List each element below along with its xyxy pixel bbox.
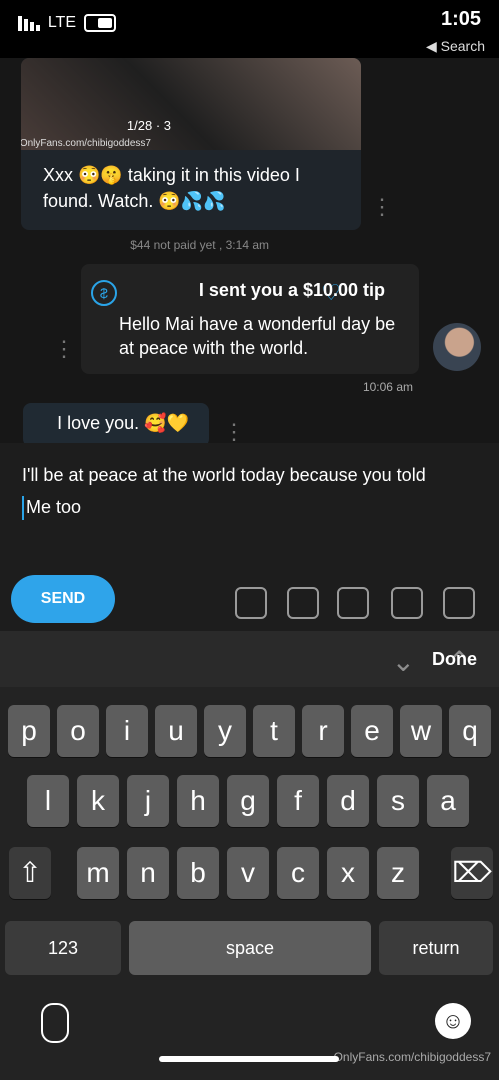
message-composer[interactable]: I'll be at peace at the world today beca… xyxy=(0,443,499,631)
key-q[interactable]: q xyxy=(449,705,491,757)
media-meta: 1/28 · 3 xyxy=(126,118,171,133)
calendar-icon[interactable] xyxy=(287,587,319,619)
composer-toolbar: SEND xyxy=(0,575,499,623)
key-h[interactable]: h xyxy=(177,775,219,827)
key-u[interactable]: u xyxy=(155,705,197,757)
key-o[interactable]: o xyxy=(57,705,99,757)
key-k[interactable]: k xyxy=(77,775,119,827)
network-label: LTE xyxy=(48,14,77,31)
send-button[interactable]: SEND xyxy=(11,575,115,623)
key-t[interactable]: t xyxy=(253,705,295,757)
numbers-key[interactable]: 123 xyxy=(5,921,121,975)
signal-icon xyxy=(18,15,40,31)
chat-thread: 1/28 · 3 OnlyFans.com/chibigoddess7 Xxx … xyxy=(0,58,499,443)
paid-note: $44 not paid yet , 3:14 am xyxy=(130,238,269,252)
return-key[interactable]: return xyxy=(379,921,493,975)
space-key[interactable]: space xyxy=(129,921,371,975)
media-watermark: OnlyFans.com/chibigoddess7 xyxy=(21,138,151,149)
key-f[interactable]: f xyxy=(277,775,319,827)
key-v[interactable]: v xyxy=(227,847,269,899)
keyboard: ⌃ ⌄ Done qwertyuiop asdfghjkl zxcvbnm ⌫ … xyxy=(0,631,499,1080)
avatar xyxy=(433,323,481,371)
more-options-icon[interactable]: ⋮ xyxy=(371,194,393,220)
tip-title: I sent you a $10.00 tip xyxy=(198,280,385,300)
shift-icon[interactable]: ⇧ xyxy=(9,847,51,899)
key-c[interactable]: c xyxy=(277,847,319,899)
chevron-down-icon[interactable]: ⌄ xyxy=(392,645,415,678)
done-button[interactable]: Done xyxy=(432,649,477,670)
media-message[interactable]: 1/28 · 3 OnlyFans.com/chibigoddess7 Xxx … xyxy=(21,58,361,230)
media-caption: Xxx 😳🤫 taking it in this video I found. … xyxy=(43,165,300,211)
media-photo[interactable] xyxy=(21,58,361,150)
last-message-options-icon[interactable]: ⋮ xyxy=(223,419,245,443)
battery-icon xyxy=(84,14,117,32)
key-g[interactable]: g xyxy=(227,775,269,827)
status-bar: 1:05 ◀ Search LTE xyxy=(0,0,499,58)
key-x[interactable]: x xyxy=(327,847,369,899)
tip-message: $ ♡ I sent you a $10.00 tip Hello Mai ha… xyxy=(81,264,419,374)
footer-watermark: OnlyFans.com/chibigoddess7 xyxy=(333,1050,491,1064)
tag-icon[interactable] xyxy=(235,587,267,619)
tip-text: Hello Mai have a wonderful day be at pea… xyxy=(119,314,396,358)
dollar-icon: $ xyxy=(91,280,117,306)
key-s[interactable]: s xyxy=(377,775,419,827)
dictation-icon[interactable] xyxy=(41,1003,69,1043)
key-e[interactable]: e xyxy=(351,705,393,757)
microphone-icon[interactable] xyxy=(391,587,423,619)
key-m[interactable]: m xyxy=(77,847,119,899)
key-a[interactable]: a xyxy=(427,775,469,827)
key-r[interactable]: r xyxy=(302,705,344,757)
key-z[interactable]: z xyxy=(377,847,419,899)
key-p[interactable]: p xyxy=(8,705,50,757)
key-j[interactable]: j xyxy=(127,775,169,827)
image-icon[interactable] xyxy=(443,587,475,619)
key-w[interactable]: w xyxy=(400,705,442,757)
last-message-text: I love you. 🥰💛 xyxy=(57,413,189,433)
status-time: 1:05 xyxy=(440,8,481,30)
composer-line-1: I'll be at peace at the world today beca… xyxy=(22,465,426,485)
last-message: I love you. 🥰💛 xyxy=(23,403,209,443)
keyboard-toolbar: ⌃ ⌄ Done xyxy=(0,631,499,687)
message-time: 10:06 am xyxy=(362,380,413,394)
composer-line-2: Me too xyxy=(26,497,82,517)
key-b[interactable]: b xyxy=(177,847,219,899)
key-i[interactable]: i xyxy=(106,705,148,757)
back-to-search[interactable]: ◀ Search xyxy=(426,38,485,55)
key-l[interactable]: l xyxy=(27,775,69,827)
delete-icon[interactable]: ⌫ xyxy=(451,847,493,899)
message-options-icon[interactable]: ⋮ xyxy=(53,336,75,362)
composer-text[interactable]: I'll be at peace at the world today beca… xyxy=(22,459,477,523)
status-icons: LTE xyxy=(18,14,117,32)
text-caret xyxy=(22,496,24,521)
home-indicator xyxy=(159,1056,339,1062)
key-n[interactable]: n xyxy=(127,847,169,899)
key-d[interactable]: d xyxy=(327,775,369,827)
emoji-icon[interactable]: ☺ xyxy=(435,1003,471,1039)
key-y[interactable]: y xyxy=(204,705,246,757)
gallery-icon[interactable] xyxy=(337,587,369,619)
